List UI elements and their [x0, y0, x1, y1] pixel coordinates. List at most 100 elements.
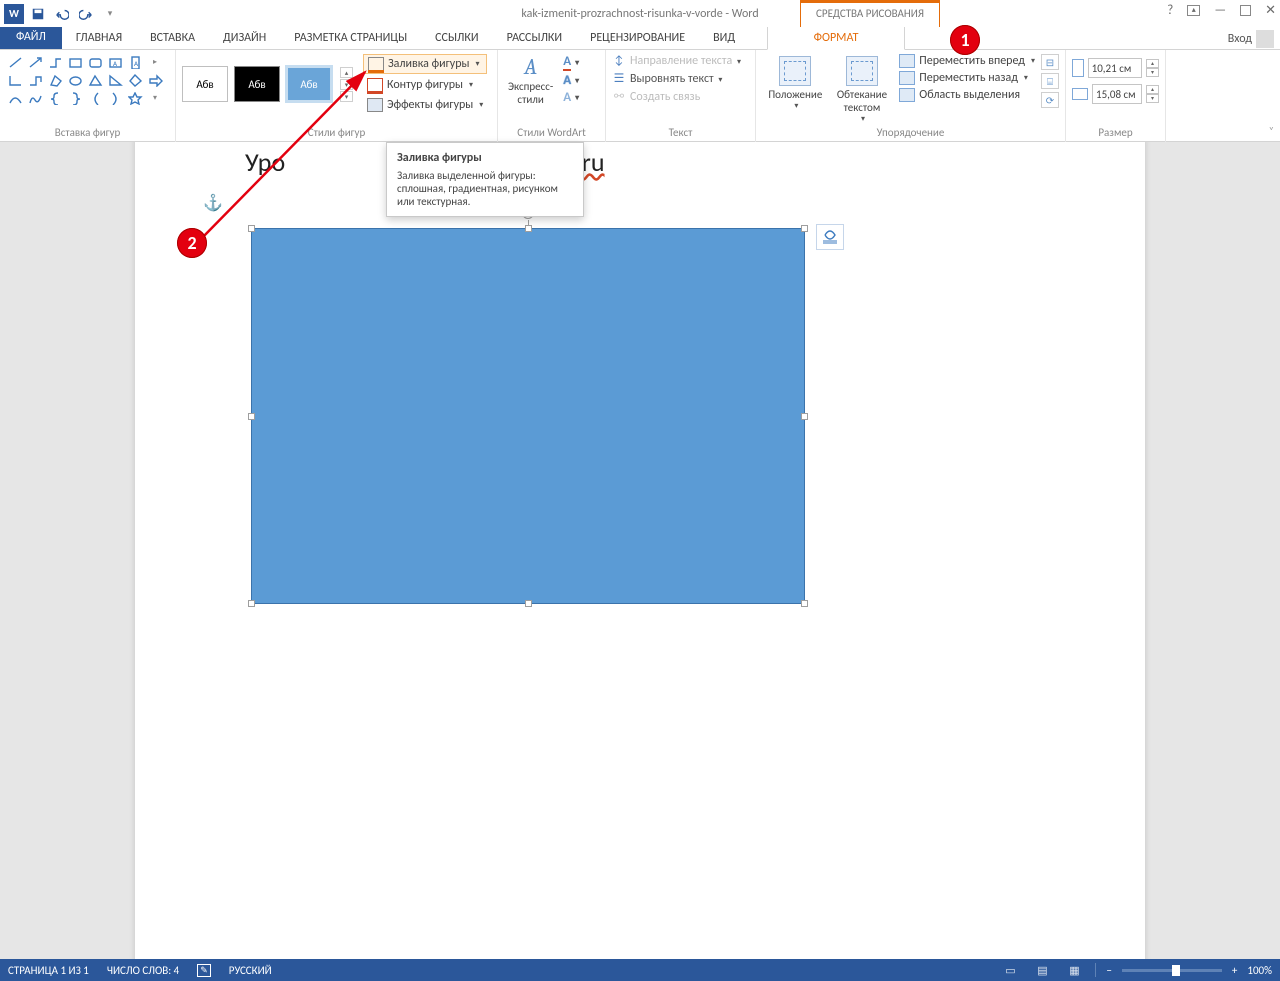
shape-arrow-icon[interactable]: [146, 72, 164, 88]
sign-in[interactable]: Вход: [1228, 30, 1274, 48]
wordart-gallery[interactable]: AA: [524, 54, 537, 80]
resize-handle[interactable]: [801, 413, 808, 420]
minimize-button[interactable]: —: [1214, 4, 1226, 17]
tab-layout[interactable]: РАЗМЕТКА СТРАНИЦЫ: [280, 27, 421, 49]
tab-insert[interactable]: ВСТАВКА: [136, 27, 209, 49]
resize-handle[interactable]: [248, 600, 255, 607]
shapes-gallery[interactable]: A A ▸ ▾: [6, 54, 169, 106]
zoom-value[interactable]: 100%: [1247, 964, 1272, 977]
document-workspace[interactable]: Уроtapok.ru ⚓: [0, 142, 1280, 961]
view-print-button[interactable]: ▤: [1031, 962, 1053, 978]
width-up[interactable]: ▴: [1146, 85, 1159, 94]
shape-rect-icon[interactable]: [66, 54, 84, 70]
zoom-in-button[interactable]: +: [1232, 964, 1237, 977]
wrap-text-button[interactable]: Обтекание текстом▾: [829, 54, 896, 124]
tab-home[interactable]: ГЛАВНАЯ: [62, 27, 136, 49]
tab-design[interactable]: ДИЗАЙН: [209, 27, 280, 49]
shape-outline-button[interactable]: Контур фигуры ▾: [363, 76, 487, 94]
height-value[interactable]: 10,21 см: [1088, 58, 1142, 78]
qat-customize[interactable]: ▾: [100, 4, 120, 24]
maximize-button[interactable]: [1240, 5, 1251, 16]
group-button[interactable]: ⌸: [1041, 73, 1059, 89]
style-more-icon[interactable]: ▾: [340, 91, 353, 102]
tab-format[interactable]: ФОРМАТ: [767, 26, 905, 50]
shape-lbrace-icon[interactable]: [46, 90, 64, 106]
shape-curve-icon[interactable]: [6, 90, 24, 106]
help-button[interactable]: ?: [1167, 4, 1173, 17]
undo-button[interactable]: [52, 4, 72, 24]
shape-rtriangle-icon[interactable]: [106, 72, 124, 88]
width-value[interactable]: 15,08 см: [1092, 84, 1142, 104]
resize-handle[interactable]: [801, 225, 808, 232]
selected-rectangle-shape[interactable]: [251, 228, 805, 604]
shape-ellipse-icon[interactable]: [66, 72, 84, 88]
text-outline-button[interactable]: A▾: [563, 73, 579, 88]
position-button[interactable]: Положение▾: [762, 54, 829, 124]
status-page[interactable]: СТРАНИЦА 1 ИЗ 1: [8, 964, 89, 977]
text-fill-button[interactable]: A▾: [563, 54, 579, 71]
close-button[interactable]: ✕: [1265, 4, 1276, 17]
zoom-out-button[interactable]: −: [1106, 964, 1111, 977]
resize-handle[interactable]: [801, 600, 808, 607]
shape-elbow2-icon[interactable]: [26, 72, 44, 88]
shape-vtextbox-icon[interactable]: A: [126, 54, 144, 70]
text-effects-button[interactable]: A▾: [563, 90, 579, 105]
shape-roundrect-icon[interactable]: [86, 54, 104, 70]
status-words[interactable]: ЧИСЛО СЛОВ: 4: [107, 964, 179, 977]
height-field[interactable]: 10,21 см ▴▾: [1072, 58, 1159, 78]
status-proof-icon[interactable]: ✎: [197, 964, 211, 977]
tab-references[interactable]: ССЫЛКИ: [421, 27, 492, 49]
shape-star-icon[interactable]: [126, 90, 144, 106]
save-button[interactable]: [28, 4, 48, 24]
shape-lparen-icon[interactable]: [86, 90, 104, 106]
resize-handle[interactable]: [525, 225, 532, 232]
zoom-thumb[interactable]: [1172, 965, 1180, 976]
tab-view[interactable]: ВИД: [699, 27, 749, 49]
shape-connector-icon[interactable]: [46, 54, 64, 70]
resize-handle[interactable]: [248, 413, 255, 420]
style-up-icon[interactable]: ▴: [340, 67, 353, 78]
shape-elbow-icon[interactable]: [6, 72, 24, 88]
shape-diamond-icon[interactable]: [126, 72, 144, 88]
shape-line-arrow-icon[interactable]: [26, 54, 44, 70]
tab-mailings[interactable]: РАССЫЛКИ: [493, 27, 577, 49]
express-styles-label[interactable]: Экспресс- стили: [508, 80, 553, 106]
status-lang[interactable]: РУССКИЙ: [229, 964, 272, 977]
shape-more-icon[interactable]: ▸: [146, 54, 164, 70]
height-up[interactable]: ▴: [1146, 59, 1159, 68]
style-down-icon[interactable]: ▾: [340, 79, 353, 90]
align-text-button[interactable]: ☰Выровнять текст ▾: [612, 71, 749, 86]
width-field[interactable]: 15,08 см ▴▾: [1072, 84, 1159, 104]
shape-freeform-icon[interactable]: [46, 72, 64, 88]
shape-fill-button[interactable]: Заливка фигуры ▾: [363, 54, 487, 74]
selection-pane-button[interactable]: Область выделения: [899, 88, 1035, 102]
view-web-button[interactable]: ▦: [1063, 962, 1085, 978]
shape-textbox-icon[interactable]: A: [106, 54, 124, 70]
send-backward-button[interactable]: Переместить назад ▾: [899, 71, 1035, 85]
style-preset-1[interactable]: Абв: [182, 66, 228, 102]
collapse-ribbon-button[interactable]: ˅: [1269, 124, 1274, 137]
layout-options-button[interactable]: [816, 224, 844, 250]
rotate-button[interactable]: ⟳: [1041, 92, 1059, 108]
style-preset-3[interactable]: Абв: [286, 66, 332, 102]
resize-handle[interactable]: [525, 600, 532, 607]
style-preset-2[interactable]: Абв: [234, 66, 280, 102]
shape-effects-button[interactable]: Эффекты фигуры ▾: [363, 96, 487, 114]
redo-button[interactable]: [76, 4, 96, 24]
bring-forward-button[interactable]: Переместить вперед ▾: [899, 54, 1035, 68]
style-gallery-spin[interactable]: ▴ ▾ ▾: [340, 67, 353, 102]
tab-review[interactable]: РЕЦЕНЗИРОВАНИЕ: [576, 27, 699, 49]
tab-file[interactable]: ФАЙЛ: [0, 25, 62, 49]
shape-rbrace-icon[interactable]: [66, 90, 84, 106]
shape-rparen-icon[interactable]: [106, 90, 124, 106]
zoom-slider[interactable]: [1122, 969, 1222, 972]
width-down[interactable]: ▾: [1146, 94, 1159, 103]
shape-triangle-icon[interactable]: [86, 72, 104, 88]
shapes-overflow-icon[interactable]: ▾: [146, 90, 164, 106]
shape-line-icon[interactable]: [6, 54, 24, 70]
height-down[interactable]: ▾: [1146, 68, 1159, 77]
ribbon-options-button[interactable]: ▴: [1187, 5, 1200, 16]
shape-scribble-icon[interactable]: [26, 90, 44, 106]
resize-handle[interactable]: [248, 225, 255, 232]
view-read-button[interactable]: ▭: [999, 962, 1021, 978]
